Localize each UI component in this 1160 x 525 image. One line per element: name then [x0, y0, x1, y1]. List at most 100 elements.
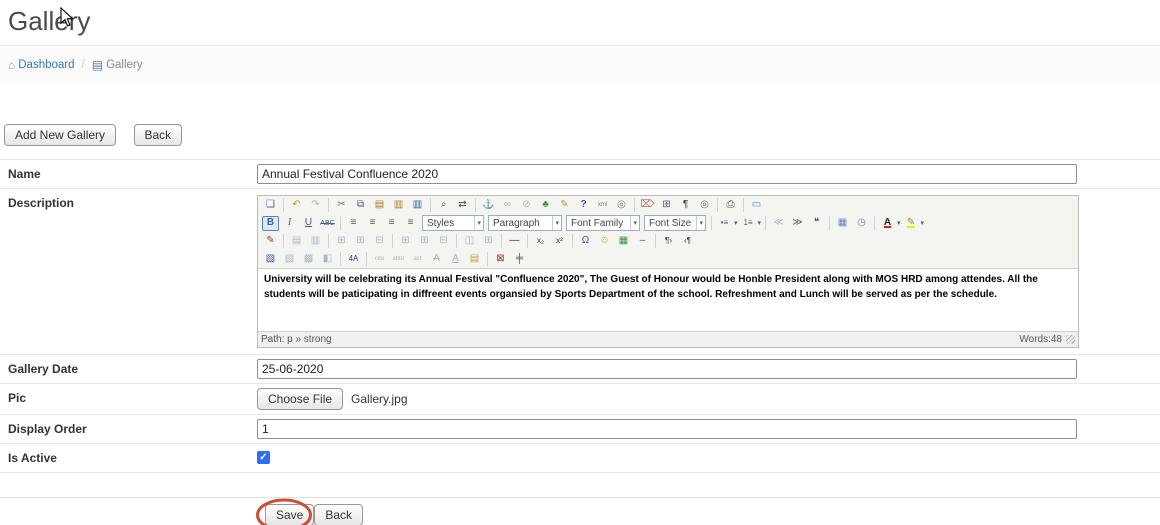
insert-col-after-icon[interactable]: ⊞ [416, 234, 433, 249]
outdent-icon[interactable]: ≪ [770, 216, 787, 231]
horizontal-rule-icon[interactable]: — [506, 234, 523, 249]
citation-icon[interactable]: cite [371, 252, 388, 267]
text-color-icon-arrow[interactable]: ▾ [897, 219, 901, 227]
nonbreaking-icon[interactable]: ‒ [634, 234, 651, 249]
style-props-icon[interactable]: 4A [345, 252, 362, 267]
anchor-icon[interactable]: ⚓ [480, 198, 497, 213]
move-backward-icon[interactable]: ▩ [300, 252, 317, 267]
insert-date-icon[interactable]: ▦ [834, 216, 851, 231]
insert-row-before-icon[interactable]: ⊞ [333, 234, 350, 249]
name-input[interactable] [257, 164, 1077, 184]
undo-icon[interactable]: ↶ [288, 198, 305, 213]
toolbar-separator [501, 234, 502, 248]
delete-row-icon[interactable]: ⊟ [371, 234, 388, 249]
row-properties-icon[interactable]: ▤ [288, 234, 305, 249]
rtl-icon[interactable]: ‹¶ [679, 234, 696, 249]
visual-aid-icon[interactable]: ¶ [677, 198, 694, 213]
find-replace-icon[interactable]: ⇄ [454, 198, 471, 213]
font-size-select[interactable]: Font Size▾ [644, 215, 706, 231]
format-select-arrow[interactable]: ▾ [552, 216, 561, 230]
merge-cells-icon[interactable]: ⊞ [480, 234, 497, 249]
emoticons-icon[interactable]: ☺ [596, 234, 613, 249]
insert-layer-icon[interactable]: ▧ [262, 252, 279, 267]
cell-properties-icon[interactable]: ▥ [307, 234, 324, 249]
media-icon[interactable]: ▦ [615, 234, 632, 249]
delete-col-icon[interactable]: ⊟ [435, 234, 452, 249]
align-center-icon[interactable]: ≡ [364, 216, 381, 231]
image-icon[interactable]: ♣ [537, 198, 554, 213]
html-source-icon[interactable]: xml [594, 198, 611, 213]
page-break-icon[interactable]: ╪ [511, 252, 528, 267]
styles-select-arrow[interactable]: ▾ [474, 216, 483, 230]
edit-icon[interactable]: ✎ [262, 234, 279, 249]
back-button-bottom[interactable]: Back [314, 504, 363, 525]
font-family-select-arrow[interactable]: ▾ [630, 216, 639, 230]
acronym-icon[interactable]: acr [409, 252, 426, 267]
font-size-select-arrow[interactable]: ▾ [696, 216, 705, 230]
highlight-color-icon-arrow[interactable]: ▾ [921, 219, 925, 227]
is-active-checkbox[interactable] [257, 451, 270, 464]
move-forward-icon[interactable]: ▨ [281, 252, 298, 267]
bold-button[interactable]: B [262, 216, 279, 231]
gallery-date-input[interactable] [257, 359, 1077, 379]
align-justify-icon[interactable]: ≡ [402, 216, 419, 231]
cut-icon[interactable]: ✂ [333, 198, 350, 213]
indent-icon[interactable]: ≫ [789, 216, 806, 231]
insert-row-after-icon[interactable]: ⊞ [352, 234, 369, 249]
deletion-icon[interactable]: A [428, 252, 445, 267]
choose-file-button[interactable]: Choose File [257, 388, 343, 410]
font-family-select[interactable]: Font Family▾ [566, 215, 640, 231]
help-icon[interactable]: ? [575, 198, 592, 213]
bullet-list-icon[interactable]: •≡ [716, 216, 733, 231]
align-left-icon[interactable]: ≡ [345, 216, 362, 231]
save-button[interactable]: Save [265, 504, 314, 525]
align-right-icon[interactable]: ≡ [383, 216, 400, 231]
insert-time-icon[interactable]: ◷ [853, 216, 870, 231]
text-color-icon[interactable]: A [879, 216, 896, 231]
copy-icon[interactable]: ⧉ [352, 198, 369, 213]
attributes-icon[interactable]: ▤ [466, 252, 483, 267]
link-icon[interactable]: ∞ [499, 198, 516, 213]
strikethrough-button[interactable]: ABC [319, 216, 336, 231]
italic-button[interactable]: I [281, 216, 298, 231]
insert-table-icon[interactable]: ⊞ [658, 198, 675, 213]
print-icon[interactable]: ⎙ [722, 198, 739, 213]
unlink-icon[interactable]: ⊘ [518, 198, 535, 213]
superscript-icon[interactable]: x² [551, 234, 568, 249]
blockquote-icon[interactable]: ❝ [808, 216, 825, 231]
insert-col-before-icon[interactable]: ⊞ [397, 234, 414, 249]
resize-grip[interactable] [1066, 335, 1075, 344]
paste-icon[interactable]: ▤ [371, 198, 388, 213]
charmap-icon[interactable]: Ω [577, 234, 594, 249]
insertion-icon[interactable]: A [447, 252, 464, 267]
breadcrumb-dashboard-link[interactable]: Dashboard [18, 59, 74, 71]
underline-button[interactable]: U [300, 216, 317, 231]
remove-format-icon[interactable]: ⌦ [639, 198, 656, 213]
find-icon[interactable]: ⌕ [435, 198, 452, 213]
abbreviation-icon[interactable]: abbr [390, 252, 407, 267]
paste-text-icon[interactable]: ▥ [390, 198, 407, 213]
redo-icon[interactable]: ↷ [307, 198, 324, 213]
display-order-input[interactable] [257, 419, 1077, 439]
bullet-list-icon-arrow[interactable]: ▾ [734, 219, 738, 227]
format-select[interactable]: Paragraph▾ [488, 215, 562, 231]
highlight-color-icon[interactable]: ✎ [903, 216, 920, 231]
rich-text-content[interactable]: University will be celebrating its Annua… [258, 268, 1078, 331]
back-button-top[interactable]: Back [134, 124, 183, 146]
add-new-gallery-button[interactable]: Add New Gallery [4, 124, 116, 146]
absolute-position-icon[interactable]: ◧ [319, 252, 336, 267]
new-document-icon[interactable]: ❏ [262, 198, 279, 213]
template-icon[interactable]: ◎ [613, 198, 630, 213]
numbered-list-icon-arrow[interactable]: ▾ [758, 219, 762, 227]
cleanup-icon[interactable]: ✎ [556, 198, 573, 213]
subscript-icon[interactable]: x₂ [532, 234, 549, 249]
numbered-list-icon[interactable]: 1≡ [740, 216, 757, 231]
image-props-icon[interactable]: ⊠ [492, 252, 509, 267]
styles-select[interactable]: Styles▾ [422, 215, 484, 231]
paste-word-icon[interactable]: ▥ [409, 198, 426, 213]
preview-icon[interactable]: ◎ [696, 198, 713, 213]
fullscreen-icon[interactable]: ▭ [748, 198, 765, 213]
toolbar-separator [527, 234, 528, 248]
ltr-icon[interactable]: ¶› [660, 234, 677, 249]
split-cells-icon[interactable]: ◫ [461, 234, 478, 249]
